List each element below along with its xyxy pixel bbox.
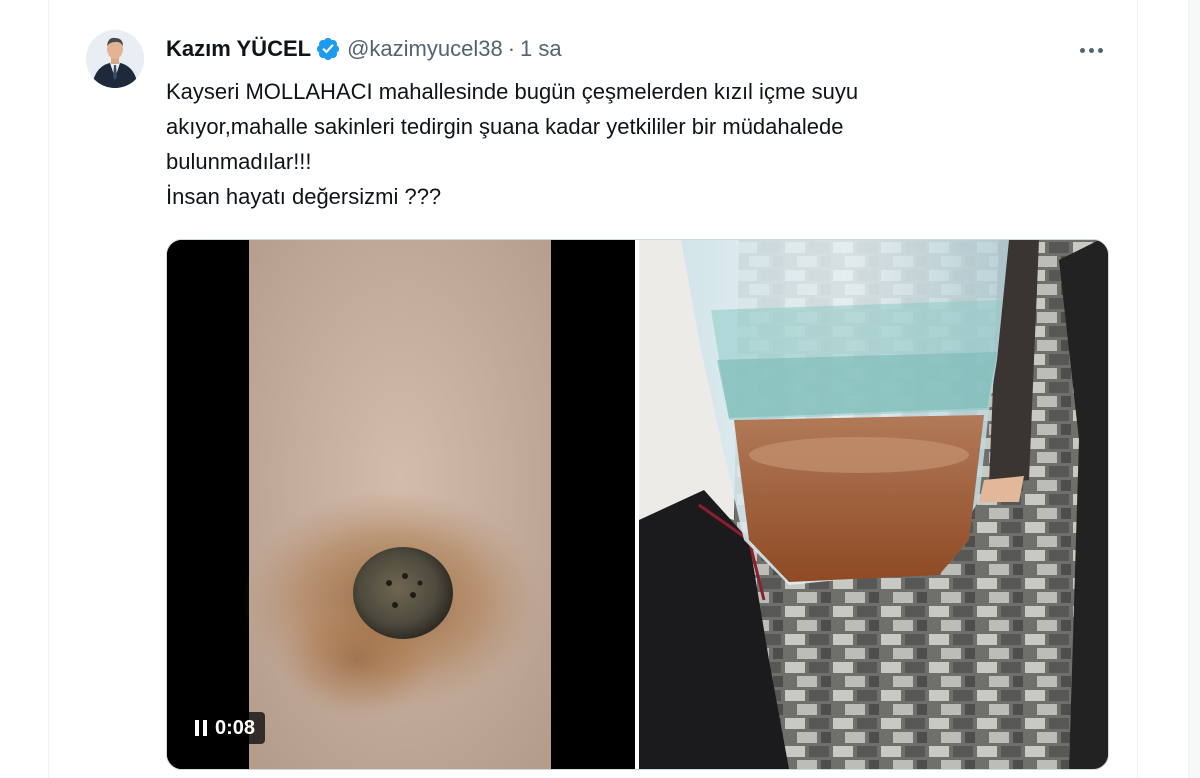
media-grid: 0:08 (166, 239, 1109, 770)
timeline-right-border (1137, 0, 1138, 778)
timestamp[interactable]: 1 sa (520, 36, 562, 62)
tweet-text: Kayseri MOLLAHACI mahallesinde bugün çeş… (166, 74, 1086, 214)
video-frame-sink-drain (167, 240, 635, 769)
author-name[interactable]: Kazım YÜCEL (166, 36, 311, 62)
right-scroll-edge[interactable] (1188, 0, 1200, 778)
tweet-text-line: İnsan hayatı değersizmi ??? (166, 184, 442, 209)
tweet-text-line: bulunmadılar!!! (166, 149, 312, 174)
separator-dot: · (507, 36, 516, 61)
verified-badge-icon[interactable] (315, 36, 341, 62)
timeline-left-border (48, 0, 49, 778)
avatar[interactable] (86, 30, 144, 88)
tweet-header: Kazım YÜCEL @kazimyucel38 · 1 sa (166, 34, 562, 64)
author-handle[interactable]: @kazimyucel38 (347, 36, 503, 62)
more-options-icon[interactable] (1074, 36, 1108, 64)
photo-bottle-rusty-water (639, 240, 1108, 769)
avatar-image (86, 30, 144, 88)
pause-icon[interactable] (195, 720, 207, 736)
video-player[interactable]: 0:08 (167, 240, 635, 769)
tweet-text-line: akıyor,mahalle sakinleri tedirgin şuana … (166, 114, 844, 139)
tweet-text-line: Kayseri MOLLAHACI mahallesinde bugün çeş… (166, 79, 859, 104)
video-time-badge[interactable]: 0:08 (187, 712, 266, 744)
video-duration: 0:08 (215, 716, 256, 739)
photo[interactable] (639, 240, 1108, 769)
